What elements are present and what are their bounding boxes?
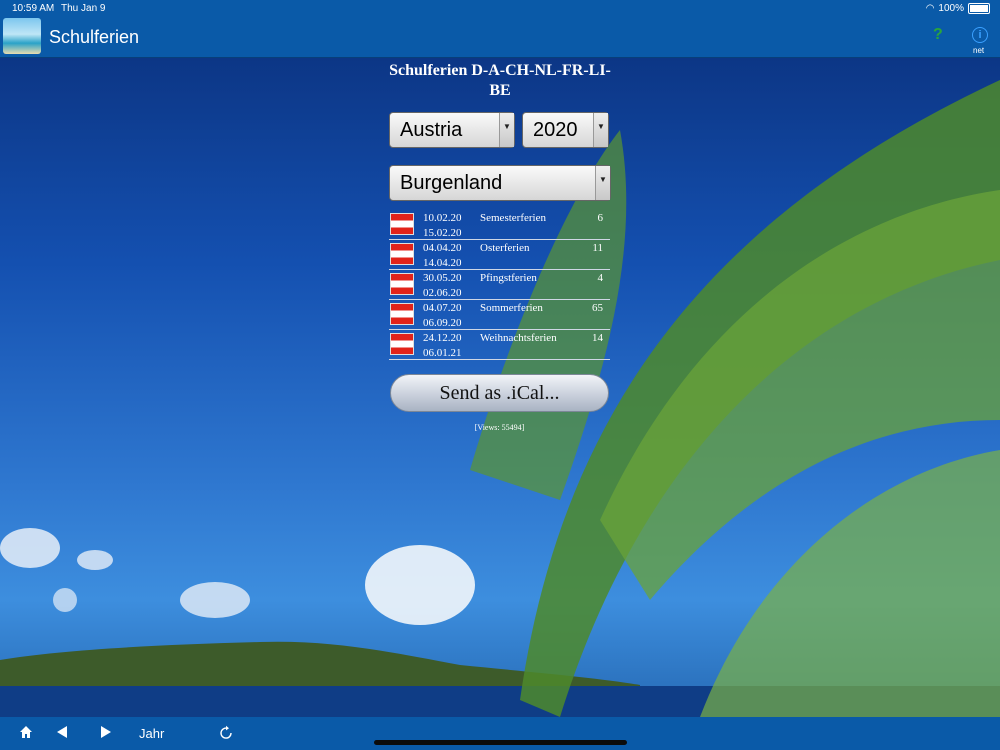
holiday-start: 30.05.20 [423,272,462,284]
holiday-end: 02.06.20 [423,287,462,299]
status-time: 10:59 AM [12,3,55,14]
region-select[interactable]: Burgenland ▼ [389,165,611,201]
holiday-start: 24.12.20 [423,332,462,344]
austria-flag-icon [390,333,414,355]
holiday-name: Pfingstferien [480,272,537,284]
info-net-label: net [973,46,985,55]
holiday-name: Weihnachtsferien [480,332,557,344]
austria-flag-icon [390,243,414,265]
nav-title: Schulferien [49,27,140,47]
holiday-row[interactable]: 04.07.20 06.09.20 Sommerferien 65 [389,300,610,330]
holiday-days: 11 [592,242,603,254]
holiday-list: 10.02.20 15.02.20 Semesterferien 6 04.04… [389,210,610,360]
back-arrow-icon[interactable] [56,725,68,742]
holiday-start: 04.07.20 [423,302,462,314]
views-counter: [Views: 55494] [474,423,525,432]
status-bar: 10:59 AM Thu Jan 9 ◠ 100% [0,0,1000,18]
main-content: Schulferien D-A-CH-NL-FR-LI-BE Austria ▼… [0,57,1000,717]
holiday-days: 4 [597,272,604,284]
country-select-value: Austria [400,119,463,141]
battery-percent: 100% [938,3,964,14]
region-select-value: Burgenland [400,172,503,194]
year-select[interactable]: 2020 ▼ [522,112,609,148]
jahr-button[interactable]: Jahr [139,726,164,741]
dropdown-arrow-icon: ▼ [499,113,514,147]
holiday-end: 06.09.20 [423,317,462,329]
wifi-icon: ◠ [925,3,935,14]
holiday-row[interactable]: 10.02.20 15.02.20 Semesterferien 6 [389,210,610,240]
app-icon [3,18,41,54]
austria-flag-icon [390,303,414,325]
info-icon[interactable]: i [972,27,988,43]
status-date: Thu Jan 9 [61,3,106,14]
dropdown-arrow-icon: ▼ [595,166,610,200]
austria-flag-icon [390,273,414,295]
nav-bar: Schulferien ? i net [0,18,1000,58]
holiday-row[interactable]: 24.12.20 06.01.21 Weihnachtsferien 14 [389,330,610,360]
refresh-icon[interactable] [218,725,234,744]
holiday-end: 15.02.20 [423,227,462,239]
holiday-days: 14 [592,332,603,344]
home-indicator [374,740,627,745]
holiday-name: Sommerferien [480,302,543,314]
holiday-end: 14.04.20 [423,257,462,269]
holiday-start: 10.02.20 [423,212,462,224]
holiday-name: Semesterferien [480,212,546,224]
bottom-toolbar: Jahr [0,717,1000,750]
holiday-row[interactable]: 30.05.20 02.06.20 Pfingstferien 4 [389,270,610,300]
send-ical-button[interactable]: Send as .iCal... [390,374,609,412]
home-icon[interactable] [19,725,33,742]
holiday-days: 65 [592,302,603,314]
holiday-row[interactable]: 04.04.20 14.04.20 Osterferien 11 [389,240,610,270]
forward-arrow-icon[interactable] [100,725,112,742]
holiday-start: 04.04.20 [423,242,462,254]
help-icon[interactable]: ? [933,26,943,44]
holiday-name: Osterferien [480,242,530,254]
dropdown-arrow-icon: ▼ [593,113,608,147]
battery-icon [968,3,990,14]
country-select[interactable]: Austria ▼ [389,112,515,148]
austria-flag-icon [390,213,414,235]
holiday-days: 6 [597,212,604,224]
year-select-value: 2020 [533,119,578,141]
page-title: Schulferien D-A-CH-NL-FR-LI-BE [389,62,611,99]
holiday-end: 06.01.21 [423,347,462,359]
